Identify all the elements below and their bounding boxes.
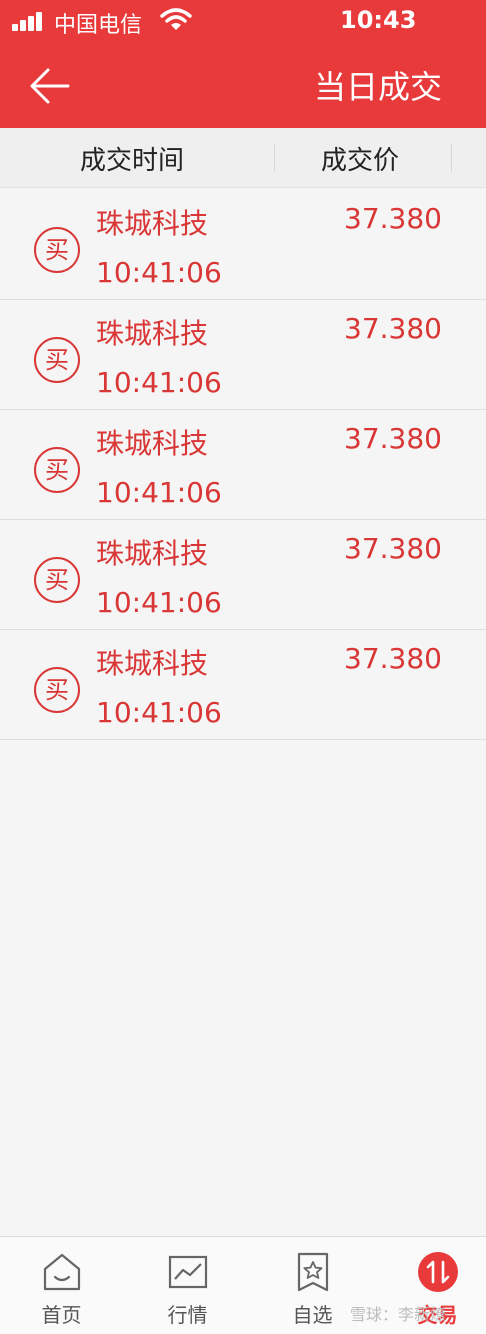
buy-badge: 买 bbox=[34, 557, 80, 603]
status-bar: 中国电信 10:43 bbox=[0, 0, 486, 42]
wifi-icon bbox=[160, 8, 192, 30]
trade-price: 37.380 bbox=[344, 532, 442, 565]
trade-time: 10:41:06 bbox=[96, 256, 222, 289]
trade-row[interactable]: 买 珠城科技 10:41:06 37.380 bbox=[0, 410, 486, 520]
column-header-time: 成交时间 bbox=[80, 146, 185, 176]
column-header-price: 成交价 bbox=[321, 146, 400, 176]
back-arrow-icon[interactable] bbox=[24, 58, 80, 114]
trade-time: 10:41:06 bbox=[96, 696, 222, 729]
carrier-name: 中国电信 bbox=[54, 13, 143, 38]
column-header: 成交时间 成交价 bbox=[0, 128, 486, 188]
stock-name: 珠城科技 bbox=[96, 427, 209, 460]
trade-swap-icon bbox=[418, 1252, 458, 1292]
trade-row[interactable]: 买 珠城科技 10:41:06 37.380 bbox=[0, 300, 486, 410]
app-header: 中国电信 10:43 当日成交 bbox=[0, 0, 486, 128]
buy-badge: 买 bbox=[34, 667, 80, 713]
home-icon bbox=[43, 1253, 81, 1291]
status-clock: 10:43 bbox=[340, 6, 417, 34]
page-title: 当日成交 bbox=[313, 68, 442, 106]
trade-price: 37.380 bbox=[344, 422, 442, 455]
tab-home[interactable]: 首页 bbox=[1, 1237, 122, 1334]
trade-row[interactable]: 买 珠城科技 10:41:06 37.380 bbox=[0, 190, 486, 300]
buy-badge: 买 bbox=[34, 337, 80, 383]
trade-price: 37.380 bbox=[344, 202, 442, 235]
tab-market[interactable]: 行情 bbox=[127, 1237, 248, 1334]
trade-list: 买 珠城科技 10:41:06 37.380 买 珠城科技 10:41:06 3… bbox=[0, 190, 486, 740]
tab-label: 行情 bbox=[167, 1303, 208, 1327]
stock-name: 珠城科技 bbox=[96, 317, 209, 350]
stock-name: 珠城科技 bbox=[96, 537, 209, 570]
trade-price: 37.380 bbox=[344, 312, 442, 345]
watermark: 雪球：李新燎 bbox=[350, 1305, 447, 1324]
bookmark-star-icon bbox=[297, 1252, 329, 1292]
trade-time: 10:41:06 bbox=[96, 366, 222, 399]
stock-name: 珠城科技 bbox=[96, 647, 209, 680]
column-divider bbox=[451, 144, 452, 172]
trade-time: 10:41:06 bbox=[96, 586, 222, 619]
buy-badge: 买 bbox=[34, 227, 80, 273]
trade-price: 37.380 bbox=[344, 642, 442, 675]
trade-row[interactable]: 买 珠城科技 10:41:06 37.380 bbox=[0, 630, 486, 740]
trade-row[interactable]: 买 珠城科技 10:41:06 37.380 bbox=[0, 520, 486, 630]
stock-name: 珠城科技 bbox=[96, 207, 209, 240]
trade-time: 10:41:06 bbox=[96, 476, 222, 509]
column-divider bbox=[274, 144, 275, 172]
tab-label: 首页 bbox=[41, 1303, 82, 1327]
buy-badge: 买 bbox=[34, 447, 80, 493]
signal-strength-icon bbox=[12, 11, 48, 31]
chart-icon bbox=[168, 1255, 208, 1289]
